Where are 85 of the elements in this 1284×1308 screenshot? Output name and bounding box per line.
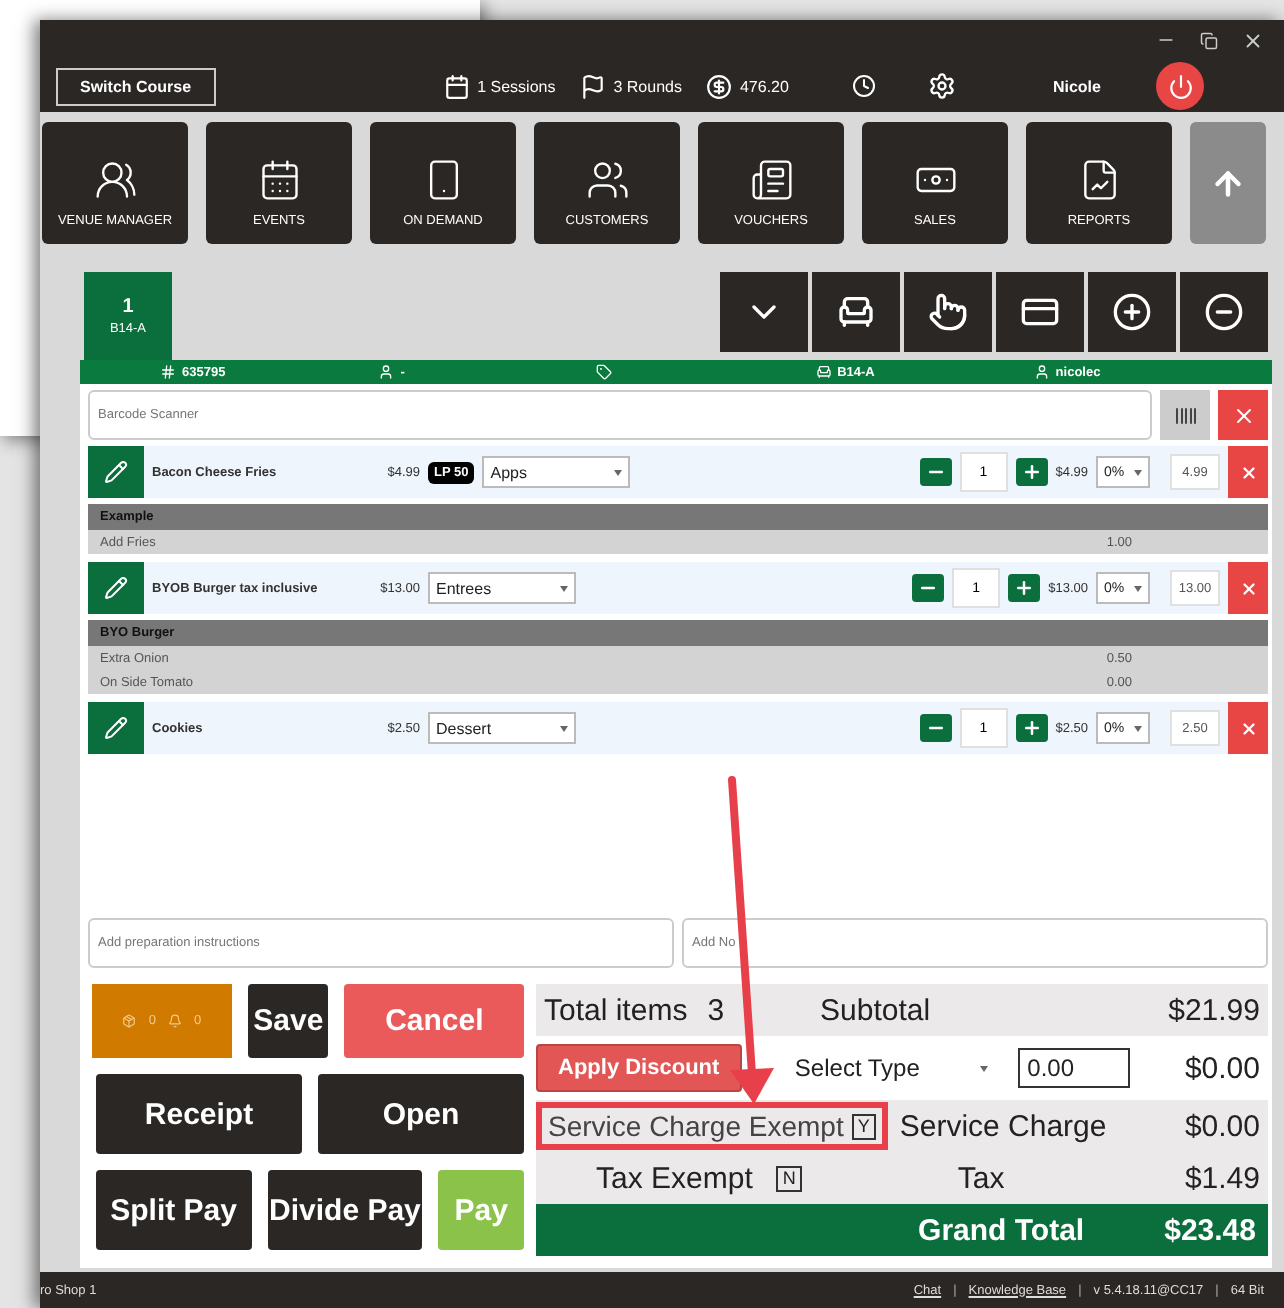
barcode-button[interactable] xyxy=(1160,390,1210,440)
tax-label: Tax xyxy=(957,1161,1005,1195)
edit-button[interactable] xyxy=(88,702,144,754)
grand-total-label: Grand Total xyxy=(918,1213,1085,1247)
restore-icon[interactable] xyxy=(1200,31,1218,49)
close-icon[interactable] xyxy=(1242,29,1264,51)
action-button[interactable]: Split Pay xyxy=(96,1170,252,1250)
close-icon xyxy=(1239,463,1257,481)
stat-text: 3 Rounds xyxy=(613,77,682,95)
discount-value-field[interactable]: 0.00 xyxy=(1017,1048,1130,1088)
service-charge-label: Service Charge xyxy=(899,1109,1107,1143)
dollar-icon xyxy=(705,73,732,99)
person-icon xyxy=(378,364,395,380)
increase-button[interactable] xyxy=(1015,458,1048,486)
category-select[interactable]: Entrees xyxy=(428,572,576,604)
close-icon xyxy=(1239,719,1257,737)
clock-icon[interactable] xyxy=(852,74,877,98)
settings-icon[interactable] xyxy=(928,72,957,100)
card-button[interactable] xyxy=(996,272,1084,352)
pencil-icon xyxy=(104,716,128,740)
edit-button[interactable] xyxy=(88,562,144,614)
action-button[interactable]: Save xyxy=(248,984,329,1058)
people-icon xyxy=(585,158,629,202)
subtotal-value: $21.99 xyxy=(1168,993,1260,1027)
increase-button[interactable] xyxy=(1015,714,1048,742)
discount-amount: $0.00 xyxy=(1184,1051,1260,1085)
action-button[interactable]: Receipt xyxy=(96,1074,302,1154)
flag-icon xyxy=(579,73,606,99)
service-charge-value: $0.00 xyxy=(1184,1109,1260,1143)
touch-button[interactable] xyxy=(904,272,992,352)
service-exempt-label: Service Charge Exempt xyxy=(548,1110,844,1142)
close-icon xyxy=(1231,403,1255,427)
power-button[interactable] xyxy=(1156,62,1205,110)
user-name: Nicole xyxy=(1052,77,1101,95)
category-select[interactable]: Apps xyxy=(482,456,631,488)
tax-exempt-label: Tax Exempt xyxy=(596,1161,753,1195)
person-icon xyxy=(1033,364,1050,380)
service-exempt-flag[interactable]: Y xyxy=(851,1113,876,1139)
table-button[interactable] xyxy=(812,272,900,352)
stat-text: 476.20 xyxy=(739,77,789,95)
stat-text: 1 Sessions xyxy=(477,77,556,95)
category-select[interactable]: Dessert xyxy=(428,712,576,744)
seat-icon xyxy=(836,292,876,332)
action-button[interactable]: Open xyxy=(318,1074,524,1154)
delete-button[interactable] xyxy=(1228,446,1268,498)
minus-icon xyxy=(1204,292,1244,332)
barcode-icon xyxy=(1173,403,1197,427)
calendar-icon xyxy=(257,158,301,202)
delete-button[interactable] xyxy=(1228,562,1268,614)
total-items-count: 3 xyxy=(707,993,725,1027)
scroll-up-button[interactable] xyxy=(1190,122,1266,244)
hash-icon xyxy=(160,364,176,380)
plus-icon xyxy=(1112,292,1152,332)
subtotal-label: Subtotal xyxy=(820,993,931,1027)
decrease-button[interactable] xyxy=(919,458,952,486)
pencil-icon xyxy=(104,460,128,484)
clear-button[interactable] xyxy=(1218,390,1268,440)
tag-icon xyxy=(596,364,613,380)
pencil-icon xyxy=(104,576,128,600)
apply-discount-button[interactable]: Apply Discount xyxy=(536,1044,742,1092)
grand-total-value: $23.48 xyxy=(1164,1213,1256,1247)
edit-button[interactable] xyxy=(88,446,144,498)
switch-course-button[interactable]: Switch Course xyxy=(56,67,216,105)
total-items-label: Total items xyxy=(544,993,688,1027)
decrease-button[interactable] xyxy=(912,574,945,602)
hand-icon xyxy=(928,292,968,332)
document-icon xyxy=(749,158,793,202)
table-icon xyxy=(815,364,832,380)
plus-icon xyxy=(1021,462,1042,482)
close-icon xyxy=(1239,579,1257,597)
box-icon xyxy=(122,1014,137,1028)
plus-icon xyxy=(1014,578,1035,598)
remove-button[interactable] xyxy=(1180,272,1268,352)
decrease-button[interactable] xyxy=(919,714,952,742)
delete-button[interactable] xyxy=(1228,702,1268,754)
tax-value: $1.49 xyxy=(1184,1161,1260,1195)
power-icon xyxy=(1167,73,1194,99)
people-icon xyxy=(93,158,137,202)
add-button[interactable] xyxy=(1088,272,1176,352)
tax-exempt-flag[interactable]: N xyxy=(776,1165,802,1191)
bell-icon xyxy=(168,1014,182,1028)
plus-icon xyxy=(1021,718,1042,738)
action-button[interactable]: Divide Pay xyxy=(267,1170,423,1250)
increase-button[interactable] xyxy=(1008,574,1041,602)
calendar-icon xyxy=(443,73,470,99)
